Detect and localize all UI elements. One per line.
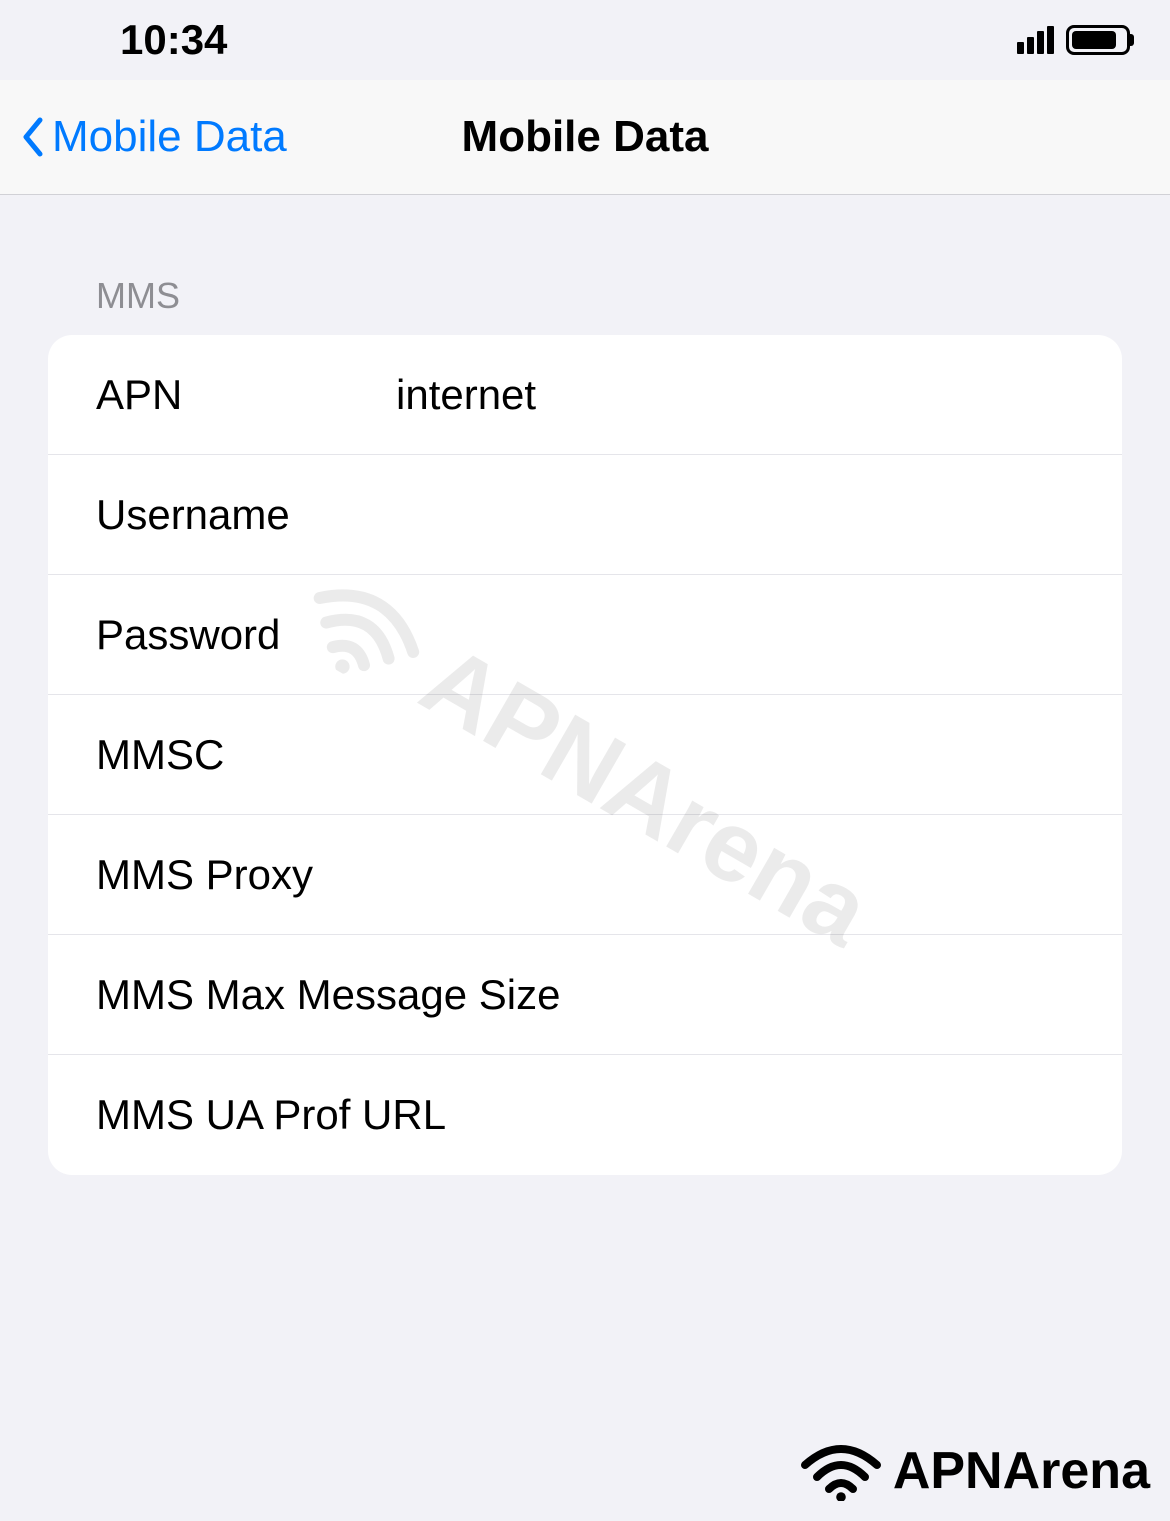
- navigation-bar: Mobile Data Mobile Data: [0, 80, 1170, 195]
- mmsc-input[interactable]: [396, 731, 1074, 779]
- mms-max-size-row[interactable]: MMS Max Message Size: [48, 935, 1122, 1055]
- back-chevron-icon: [20, 116, 44, 158]
- wifi-logo-icon: [801, 1441, 881, 1501]
- footer-logo: APNArena: [801, 1441, 1150, 1501]
- mms-max-size-label: MMS Max Message Size: [96, 971, 1074, 1019]
- signal-icon: [1017, 26, 1054, 54]
- mmsc-row[interactable]: MMSC: [48, 695, 1122, 815]
- username-row[interactable]: Username: [48, 455, 1122, 575]
- page-title: Mobile Data: [462, 112, 709, 162]
- apn-row[interactable]: APN: [48, 335, 1122, 455]
- mms-proxy-label: MMS Proxy: [96, 851, 396, 899]
- username-label: Username: [96, 491, 396, 539]
- status-bar: 10:34: [0, 0, 1170, 80]
- back-label: Mobile Data: [52, 112, 287, 162]
- section-header: MMS: [48, 195, 1122, 335]
- password-input[interactable]: [396, 611, 1074, 659]
- footer-logo-text: APNArena: [893, 1441, 1150, 1501]
- battery-icon: [1066, 25, 1130, 55]
- status-time: 10:34: [120, 16, 227, 64]
- status-icons: [1017, 25, 1130, 55]
- mms-proxy-row[interactable]: MMS Proxy: [48, 815, 1122, 935]
- password-row[interactable]: Password: [48, 575, 1122, 695]
- mms-proxy-input[interactable]: [396, 851, 1074, 899]
- mms-ua-prof-label: MMS UA Prof URL: [96, 1091, 1074, 1139]
- password-label: Password: [96, 611, 396, 659]
- mmsc-label: MMSC: [96, 731, 396, 779]
- apn-input[interactable]: [396, 371, 1074, 419]
- mms-ua-prof-row[interactable]: MMS UA Prof URL: [48, 1055, 1122, 1175]
- settings-card: APN Username Password MMSC MMS Proxy MMS…: [48, 335, 1122, 1175]
- apn-label: APN: [96, 371, 396, 419]
- username-input[interactable]: [396, 491, 1074, 539]
- back-button[interactable]: Mobile Data: [20, 112, 287, 162]
- settings-section: MMS APN Username Password MMSC MMS Proxy…: [0, 195, 1170, 1175]
